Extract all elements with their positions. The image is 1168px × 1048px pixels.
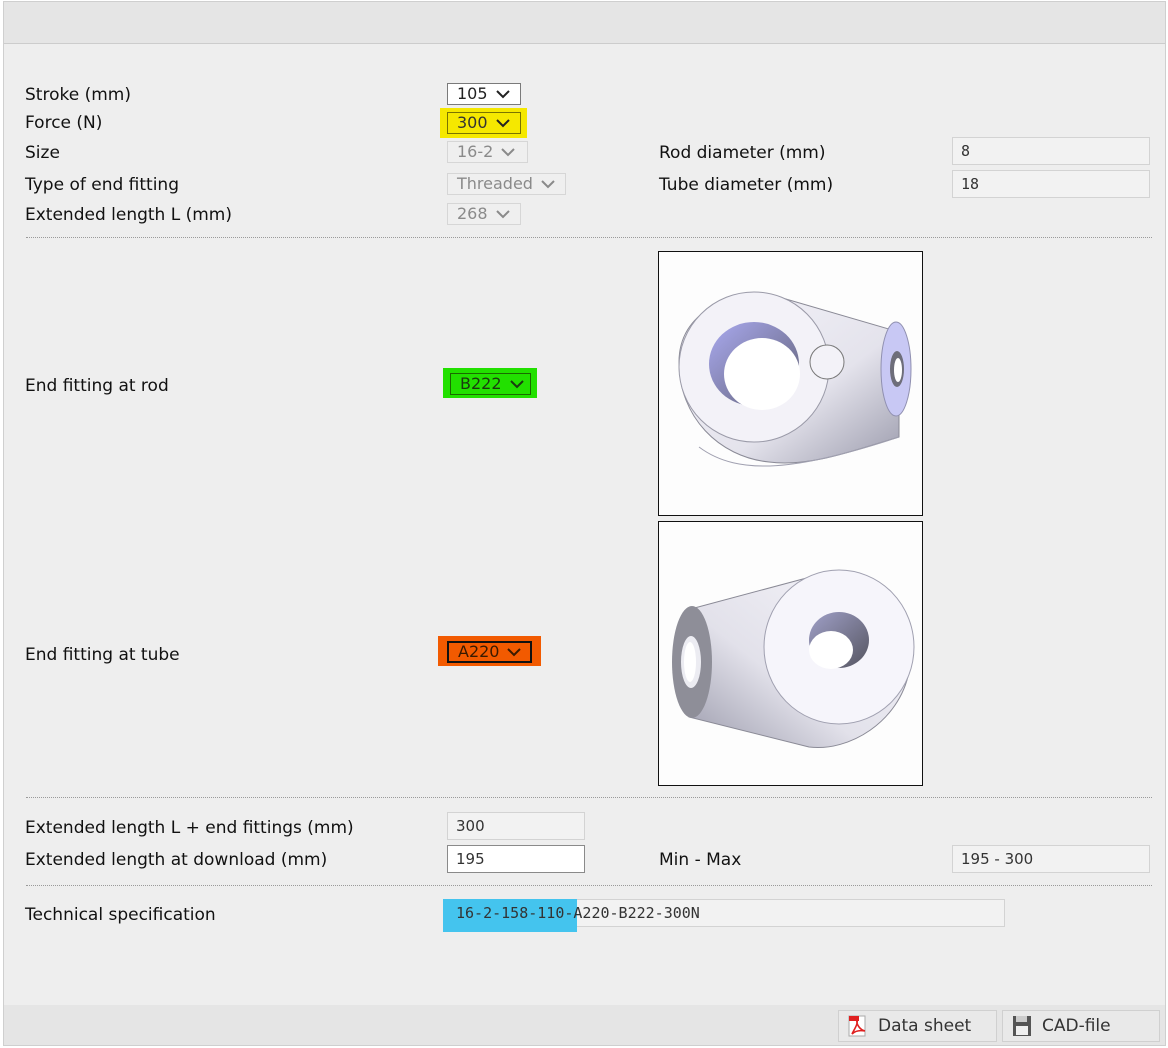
extended-length-at-download-input[interactable]: 195 bbox=[447, 845, 585, 873]
tube-end-fitting-value: A220 bbox=[458, 642, 500, 661]
tube-diameter-field: 18 bbox=[952, 170, 1150, 198]
force-label: Force (N) bbox=[25, 113, 103, 133]
configurator-panel: Stroke (mm) 105 Force (N) 300 Size 16-2 … bbox=[3, 1, 1166, 1046]
chevron-down-icon bbox=[495, 118, 510, 128]
technical-specification-selected-text: 16-2-158-110- bbox=[456, 904, 574, 922]
size-select[interactable]: 16-2 bbox=[447, 141, 528, 163]
extended-length-value: 268 bbox=[457, 204, 488, 223]
rod-end-fitting-value: B222 bbox=[460, 374, 502, 393]
data-sheet-label: Data sheet bbox=[878, 1016, 972, 1036]
eye-fitting-illustration-icon bbox=[678, 291, 912, 467]
section-divider bbox=[26, 237, 1152, 238]
cad-file-label: CAD-file bbox=[1042, 1016, 1111, 1036]
technical-specification-field[interactable]: 16-2-158-110-A220-B222-300N bbox=[443, 899, 1005, 932]
min-max-field: 195 - 300 bbox=[952, 845, 1150, 873]
tube-end-fitting-image bbox=[658, 521, 923, 786]
type-end-fitting-value: Threaded bbox=[457, 174, 533, 193]
min-max-label: Min - Max bbox=[659, 850, 742, 870]
type-end-fitting-label: Type of end fitting bbox=[25, 175, 179, 195]
technical-specification-rest-text: A220-B222-300N bbox=[573, 904, 700, 922]
chevron-down-icon bbox=[509, 379, 524, 389]
force-select[interactable]: 300 bbox=[447, 112, 521, 134]
chevron-down-icon bbox=[495, 89, 510, 99]
data-sheet-button[interactable]: Data sheet bbox=[838, 1010, 997, 1042]
type-end-fitting-select[interactable]: Threaded bbox=[447, 173, 566, 195]
technical-specification-label: Technical specification bbox=[25, 905, 216, 925]
floppy-disk-icon bbox=[1011, 1015, 1033, 1037]
section-divider bbox=[26, 885, 1152, 886]
cad-file-button[interactable]: CAD-file bbox=[1002, 1010, 1160, 1042]
rod-end-fitting-select[interactable]: B222 bbox=[450, 373, 531, 395]
force-value: 300 bbox=[457, 113, 488, 132]
tube-end-fitting-select[interactable]: A220 bbox=[447, 641, 532, 663]
chevron-down-icon bbox=[501, 147, 516, 157]
rod-end-fitting-image bbox=[658, 251, 923, 516]
size-value: 16-2 bbox=[457, 142, 494, 161]
rod-diameter-field: 8 bbox=[952, 137, 1150, 165]
tube-end-fitting-label: End fitting at tube bbox=[25, 645, 180, 665]
extended-length-select[interactable]: 268 bbox=[447, 203, 521, 225]
panel-header-bar bbox=[4, 2, 1165, 44]
stroke-label: Stroke (mm) bbox=[25, 85, 131, 105]
stroke-select[interactable]: 105 bbox=[447, 83, 521, 105]
rod-diameter-label: Rod diameter (mm) bbox=[659, 143, 826, 163]
chevron-down-icon bbox=[541, 179, 555, 189]
extended-length-at-download-label: Extended length at download (mm) bbox=[25, 850, 328, 870]
extended-length-with-fittings-field: 300 bbox=[447, 812, 585, 840]
section-divider bbox=[26, 797, 1152, 798]
rod-end-fitting-label: End fitting at rod bbox=[25, 376, 169, 396]
size-label: Size bbox=[25, 143, 60, 163]
pdf-icon bbox=[847, 1015, 869, 1037]
chevron-down-icon bbox=[495, 209, 510, 219]
tube-diameter-label: Tube diameter (mm) bbox=[659, 175, 834, 195]
panel-footer: Data sheet CAD-file bbox=[4, 1005, 1165, 1045]
extended-length-with-fittings-label: Extended length L + end fittings (mm) bbox=[25, 818, 354, 838]
extended-length-label: Extended length L (mm) bbox=[25, 205, 232, 225]
chevron-down-icon bbox=[507, 647, 522, 657]
eye-fitting-illustration-icon bbox=[672, 569, 915, 749]
stroke-value: 105 bbox=[457, 84, 488, 103]
